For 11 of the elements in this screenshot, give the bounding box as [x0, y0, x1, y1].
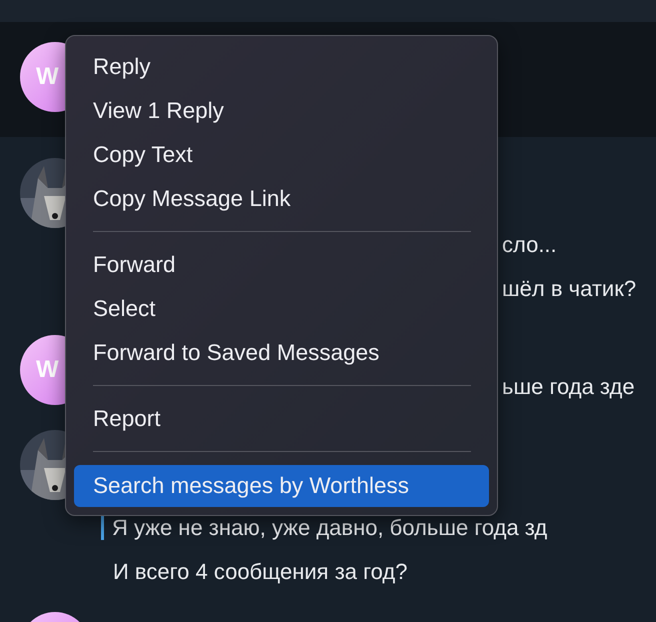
message-text: И всего 4 сообщения за год? — [113, 558, 408, 586]
menu-item[interactable]: Copy Message Link — [74, 177, 489, 221]
menu-item[interactable]: Select — [74, 287, 489, 331]
menu-item[interactable]: Search messages by Worthless — [74, 465, 489, 507]
message-text: шёл в чатик? — [502, 275, 636, 303]
quote-bar — [101, 516, 104, 540]
message-text: сло... — [502, 231, 557, 259]
message-text: Я уже не знаю, уже давно, больше года зд — [112, 514, 548, 542]
message-text: ьше года зде — [502, 373, 635, 401]
menu-item[interactable]: Forward — [74, 243, 489, 287]
menu-item[interactable]: Copy Text — [74, 133, 489, 177]
